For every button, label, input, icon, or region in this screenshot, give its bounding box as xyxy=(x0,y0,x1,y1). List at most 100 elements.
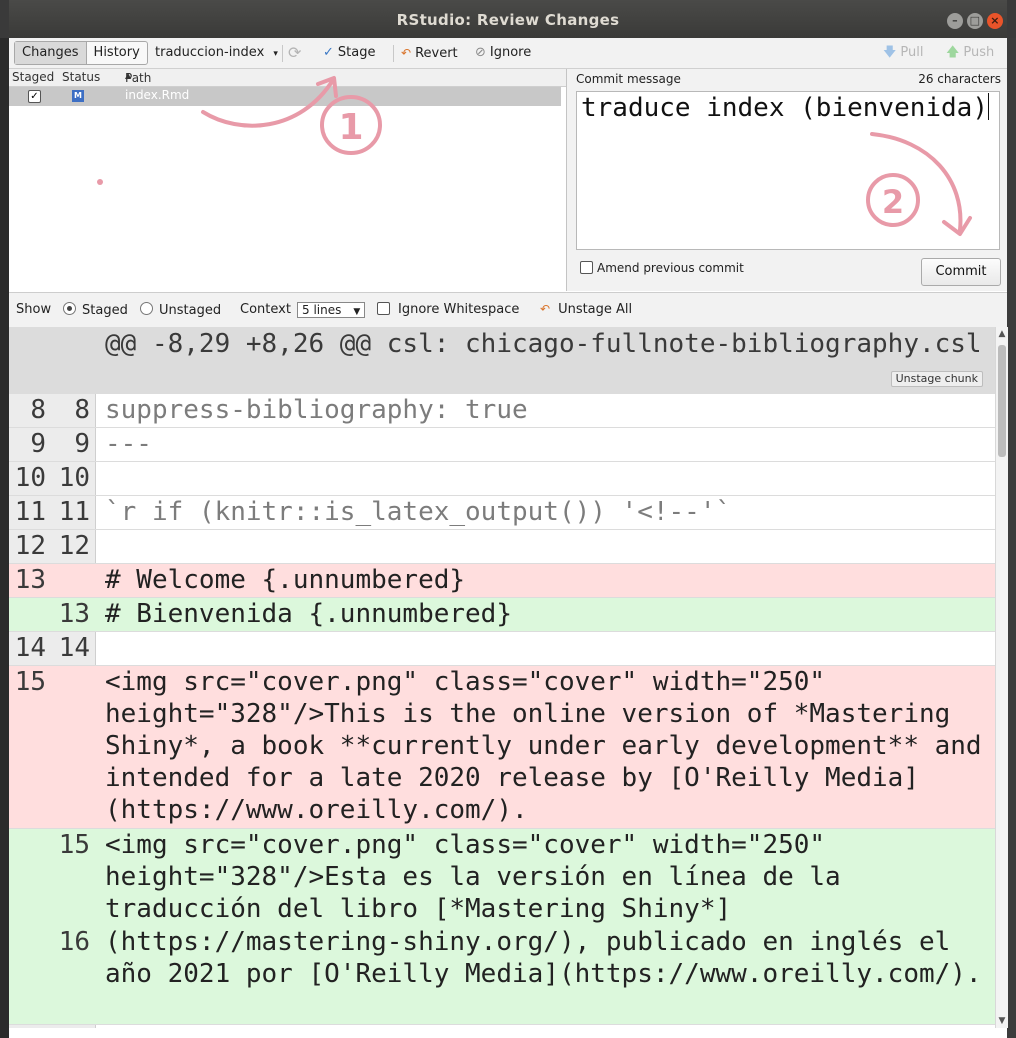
ignore-button[interactable]: ⊘ Ignore xyxy=(475,43,531,63)
chevron-down-icon: ▾ xyxy=(273,49,278,59)
character-count: 26 characters xyxy=(918,72,1001,86)
view-toggle: Changes History xyxy=(14,41,148,65)
pull-label: Pull xyxy=(900,45,924,60)
push-arrow-icon: 🡅 xyxy=(946,45,960,60)
new-line-number: 15 xyxy=(58,830,90,860)
new-line-number: 14 xyxy=(58,633,90,663)
file-row[interactable]: ✓ M index.Rmd xyxy=(9,87,561,106)
col-staged[interactable]: Staged xyxy=(12,70,54,84)
minimize-icon[interactable]: – xyxy=(947,13,963,29)
unstage-all-label: Unstage All xyxy=(558,302,633,317)
old-line-number: 14 xyxy=(14,633,46,663)
new-line-number: 8 xyxy=(74,395,90,425)
file-path: index.Rmd xyxy=(125,88,190,102)
old-line-number: 13 xyxy=(14,565,46,595)
hunk-header-text: @@ -8,29 +8,26 @@ csl: chicago-fullnote-… xyxy=(105,329,982,359)
scrollbar-thumb[interactable] xyxy=(998,345,1006,457)
context-select[interactable]: 5 lines ▼ xyxy=(297,302,366,318)
added-line: 13 # Bienvenida {.unnumbered} xyxy=(9,598,995,632)
status-badge: M xyxy=(72,90,84,102)
commit-pane: Commit message 26 characters traduce ind… xyxy=(567,69,1007,291)
amend-label: Amend previous commit xyxy=(597,261,744,275)
new-line-number: 16 xyxy=(58,927,90,957)
refresh-button[interactable]: ⟳ xyxy=(288,43,305,63)
diff-line: 10 10 xyxy=(9,462,995,496)
staged-radio-option[interactable]: Staged xyxy=(63,302,128,318)
deleted-line: 15 <img src="cover.png" class="cover" wi… xyxy=(9,666,995,829)
diff-line: 11 11 `r if (knitr::is_latex_output()) '… xyxy=(9,496,995,530)
toolbar-divider xyxy=(282,45,283,62)
new-line-number: 9 xyxy=(74,429,90,459)
amend-option[interactable]: Amend previous commit xyxy=(580,261,744,275)
staged-checkbox[interactable]: ✓ xyxy=(28,90,41,103)
deleted-line: 13 # Welcome {.unnumbered} xyxy=(9,564,995,598)
context-value: 5 lines xyxy=(302,303,342,317)
unstage-all-button[interactable]: ↶ Unstage All xyxy=(540,302,632,317)
unstage-icon: ↶ xyxy=(540,302,551,316)
close-icon[interactable]: × xyxy=(987,13,1003,29)
added-line: 16 (https://mastering-shiny.org/), publi… xyxy=(9,926,995,1025)
unstage-chunk-button[interactable]: Unstage chunk xyxy=(890,371,983,387)
pull-button[interactable]: 🡇 Pull xyxy=(883,43,923,63)
show-label: Show xyxy=(16,302,52,317)
new-line-number: 10 xyxy=(58,463,90,493)
ignore-whitespace-checkbox[interactable] xyxy=(377,302,390,315)
diff-line: 9 9 --- xyxy=(9,428,995,462)
col-status[interactable]: Status xyxy=(62,70,100,84)
new-line-number: 11 xyxy=(58,497,90,527)
line-content: # Bienvenida {.unnumbered} xyxy=(105,599,512,629)
title-bar: RStudio: Review Changes – □ × xyxy=(9,0,1007,38)
diff-line: 14 14 xyxy=(9,632,995,666)
staged-radio[interactable] xyxy=(63,302,76,315)
pull-arrow-icon: 🡇 xyxy=(883,45,897,60)
old-line-number: 12 xyxy=(14,531,46,561)
branch-dropdown[interactable]: traduccion-index ▾ xyxy=(155,43,278,63)
branch-label: traduccion-index xyxy=(155,45,265,60)
toolbar: Changes History traduccion-index ▾ ⟳ ✓ St… xyxy=(9,38,1007,69)
ignore-whitespace-label: Ignore Whitespace xyxy=(398,302,520,317)
unstaged-radio[interactable] xyxy=(140,302,153,315)
stage-label: Stage xyxy=(337,45,376,60)
commit-message-input[interactable]: traduce index (bienvenida) xyxy=(576,91,1000,250)
unstaged-radio-label: Unstaged xyxy=(159,303,222,318)
review-changes-window: RStudio: Review Changes – □ × Changes Hi… xyxy=(9,0,1008,1038)
unstaged-radio-option[interactable]: Unstaged xyxy=(140,302,221,318)
line-content: suppress-bibliography: true xyxy=(105,395,528,425)
new-line-number: 13 xyxy=(58,599,90,629)
tab-changes[interactable]: Changes xyxy=(15,42,87,64)
revert-button[interactable]: ↶ Revert xyxy=(401,43,458,63)
tab-history[interactable]: History xyxy=(87,42,147,64)
old-line-number: 11 xyxy=(14,497,46,527)
window-title: RStudio: Review Changes xyxy=(396,11,620,29)
ignore-whitespace-option[interactable]: Ignore Whitespace xyxy=(377,302,519,317)
scroll-down-icon[interactable]: ▼ xyxy=(997,1016,1007,1026)
line-content: (https://mastering-shiny.org/), publicad… xyxy=(105,927,982,989)
stage-button[interactable]: ✓ Stage xyxy=(323,43,375,63)
checkmark-icon: ✓ xyxy=(323,45,334,60)
old-line-number: 9 xyxy=(30,429,46,459)
revert-icon: ↶ xyxy=(401,46,412,60)
line-content: --- xyxy=(105,429,152,459)
new-line-number: 12 xyxy=(58,531,90,561)
vertical-scrollbar[interactable]: ▲ ▼ xyxy=(995,327,1008,1028)
diff-options-bar: Show Staged Unstaged Context 5 lines ▼ Ig… xyxy=(9,292,1007,327)
push-label: Push xyxy=(963,45,995,60)
line-content: # Welcome {.unnumbered} xyxy=(105,565,466,595)
diff-line: 8 8 suppress-bibliography: true xyxy=(9,394,995,428)
commit-message-text: traduce index (bienvenida) xyxy=(581,93,988,123)
old-line-number: 15 xyxy=(14,667,46,697)
scroll-up-icon[interactable]: ▲ xyxy=(997,329,1007,339)
added-line: 15 <img src="cover.png" class="cover" wi… xyxy=(9,829,995,927)
line-content: `r if (knitr::is_latex_output()) '<!--'` xyxy=(105,497,732,527)
commit-button[interactable]: Commit xyxy=(921,258,1001,286)
changed-files-pane: Staged Status ▲ Path ✓ M index.Rmd xyxy=(9,69,567,291)
context-label: Context xyxy=(240,302,291,317)
commit-message-label: Commit message xyxy=(576,72,681,86)
push-button[interactable]: 🡅 Push xyxy=(946,43,994,63)
hunk-header: @@ -8,29 +8,26 @@ csl: chicago-fullnote-… xyxy=(9,327,995,394)
maximize-icon[interactable]: □ xyxy=(967,13,983,29)
amend-checkbox[interactable] xyxy=(580,261,593,274)
chevron-down-icon: ▼ xyxy=(353,307,361,317)
revert-label: Revert xyxy=(415,46,458,61)
background-editor-left xyxy=(0,38,9,1038)
